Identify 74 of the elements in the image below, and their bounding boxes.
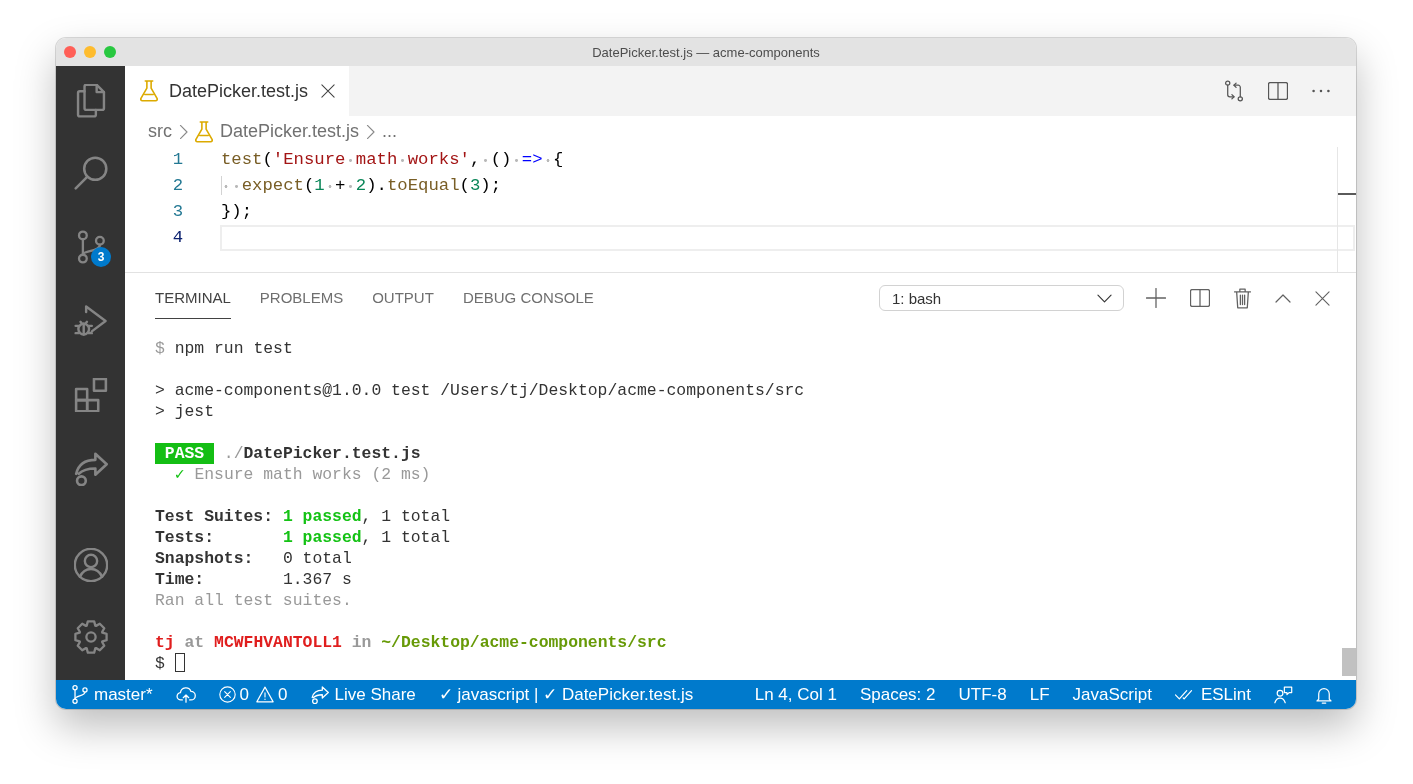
window-close-icon[interactable]: [64, 46, 76, 58]
terminal-line: > jest: [155, 401, 215, 422]
search-icon[interactable]: [73, 156, 108, 190]
code-line: test('Ensure math works', () => {: [220, 149, 565, 171]
chevron-up-icon[interactable]: [1275, 293, 1291, 303]
panel-tab[interactable]: OUTPUT: [372, 283, 434, 319]
close-icon[interactable]: [321, 84, 336, 98]
terminal-line: Snapshots: 0 total: [155, 548, 352, 569]
panel-tab[interactable]: DEBUG CONSOLE: [462, 283, 594, 319]
terminal-line: Tests: 1 passed, 1 total: [155, 527, 451, 548]
status-item[interactable]: JavaScript: [1072, 684, 1152, 705]
trash-icon[interactable]: [1234, 287, 1251, 309]
warning-icon: [256, 686, 275, 703]
terminal-text: $: [155, 654, 166, 673]
flask-icon: [195, 120, 213, 143]
terminal-line: Test Suites: 1 passed, 1 total: [155, 506, 451, 527]
run-debug-icon[interactable]: [73, 304, 108, 338]
problems-button[interactable]: 0 0: [218, 684, 288, 705]
split-editor-icon[interactable]: [1268, 82, 1288, 100]
branch-button[interactable]: master*: [72, 684, 153, 705]
chevron-right-icon: [179, 124, 188, 139]
status-item[interactable]: ✓ javascript | ✓ DatePicker.test.js: [438, 684, 694, 705]
line-number: 2: [171, 175, 183, 197]
terminal-select[interactable]: 1: bash: [879, 285, 1124, 311]
extensions-icon[interactable]: [73, 378, 108, 412]
plus-icon[interactable]: [1146, 288, 1166, 308]
status-item[interactable]: UTF-8: [958, 684, 1007, 705]
status-item[interactable]: LF: [1029, 684, 1050, 705]
close-icon[interactable]: [1315, 290, 1330, 306]
cloud-upload-icon[interactable]: [175, 686, 196, 703]
compare-changes-icon[interactable]: [1224, 80, 1244, 102]
terminal-line: Ran all test suites.: [155, 590, 352, 611]
terminal-text: DatePicker.test.js: [243, 444, 421, 463]
status-item[interactable]: Spaces: 2: [859, 684, 936, 705]
cursor-marker-icon: [1338, 193, 1356, 195]
account-icon[interactable]: [73, 548, 108, 582]
line-number: 4: [171, 227, 183, 249]
scrollbar-thumb[interactable]: [1342, 648, 1356, 676]
chevron-right-icon: [366, 124, 376, 139]
count-badge: 3: [91, 247, 111, 267]
live-share-icon[interactable]: [73, 452, 108, 486]
eslint-button[interactable]: ESLint: [1174, 684, 1251, 705]
more-actions-icon[interactable]: [1312, 89, 1330, 93]
terminal-text: ./: [222, 444, 244, 463]
branch-icon: [72, 685, 88, 704]
split-terminal-icon[interactable]: [1190, 289, 1210, 307]
terminal-line: $ npm run test: [155, 338, 293, 359]
live-share-button[interactable]: Live Share: [310, 684, 416, 705]
editor-tab[interactable]: DatePicker.test.js: [125, 66, 350, 116]
code-line: expect(1 + 2).toEqual(3);: [220, 173, 1355, 199]
breadcrumb-item[interactable]: DatePicker.test.js: [220, 121, 360, 142]
error-icon: [218, 686, 236, 703]
bell-icon[interactable]: [1316, 685, 1332, 704]
panel-tab[interactable]: PROBLEMS: [259, 283, 344, 319]
line-number: 1: [171, 149, 183, 171]
terminal-cursor-icon: [174, 653, 185, 672]
double-check-icon: [1174, 689, 1195, 700]
window-title: DatePicker.test.js — acme-components: [592, 44, 820, 60]
status-item[interactable]: Ln 4, Col 1: [754, 684, 837, 705]
live-share-icon: [310, 685, 329, 704]
terminal-line: > acme-components@1.0.0 test /Users/tj/Desktop/acme-components/src: [155, 380, 805, 401]
settings-icon[interactable]: [73, 620, 108, 654]
flask-icon: [140, 80, 158, 102]
code-line: });: [220, 201, 254, 223]
terminal-line: Time: 1.367 s: [155, 569, 352, 590]
terminal-line: tj at MCWFHVANTOLL1 in ~/Desktop/acme-components/src: [155, 632, 667, 653]
breadcrumb-item[interactable]: src: [148, 121, 172, 142]
feedback-icon[interactable]: [1274, 685, 1293, 704]
line-number: 3: [171, 201, 183, 223]
terminal-line: ✓ Ensure math works (2 ms): [173, 464, 431, 485]
chevron-down-icon: [1097, 293, 1112, 303]
breadcrumb-item[interactable]: ...: [382, 121, 398, 142]
panel-tab[interactable]: TERMINAL: [155, 283, 231, 319]
pass-badge: PASS: [155, 443, 214, 464]
